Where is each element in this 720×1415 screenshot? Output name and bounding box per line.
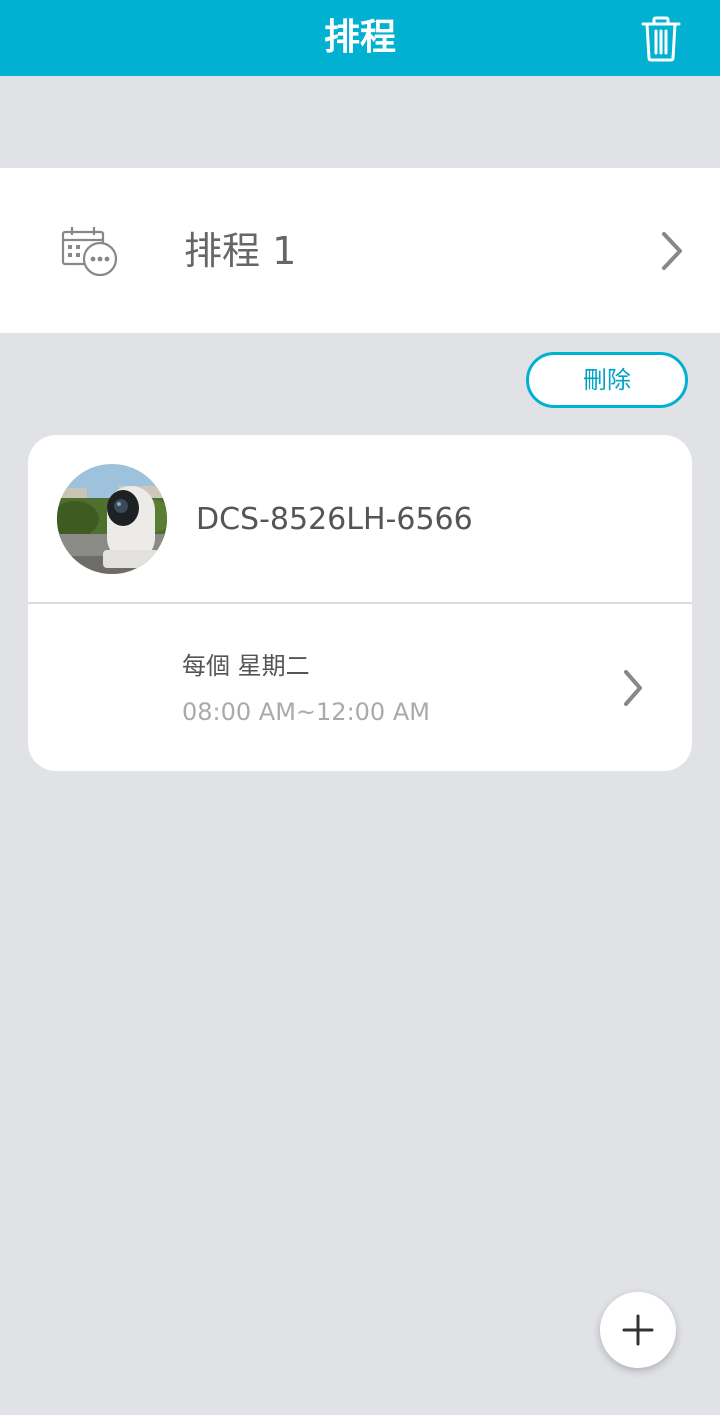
schedule-name: 排程 1 (184, 229, 297, 273)
trash-icon[interactable] (638, 14, 684, 64)
chevron-right-icon (654, 228, 690, 274)
delete-button[interactable]: 刪除 (526, 352, 688, 408)
time-range: 08:00 AM~12:00 AM (182, 698, 430, 726)
device-name: DCS-8526LH-6566 (196, 502, 473, 537)
chevron-right-icon (618, 667, 648, 709)
schedule-list-item[interactable]: 排程 1 (0, 168, 720, 333)
device-schedule-card: DCS-8526LH-6566 每個 星期二 08:00 AM~12:00 AM (28, 435, 692, 771)
repeat-days: 每個 星期二 (182, 652, 310, 680)
page-title: 排程 (323, 17, 396, 58)
camera-thumbnail (57, 464, 167, 574)
plus-icon (622, 1314, 654, 1346)
divider (28, 602, 692, 604)
add-schedule-button[interactable] (600, 1292, 676, 1368)
app-header: 排程 (0, 0, 720, 76)
calendar-more-icon (58, 224, 124, 280)
